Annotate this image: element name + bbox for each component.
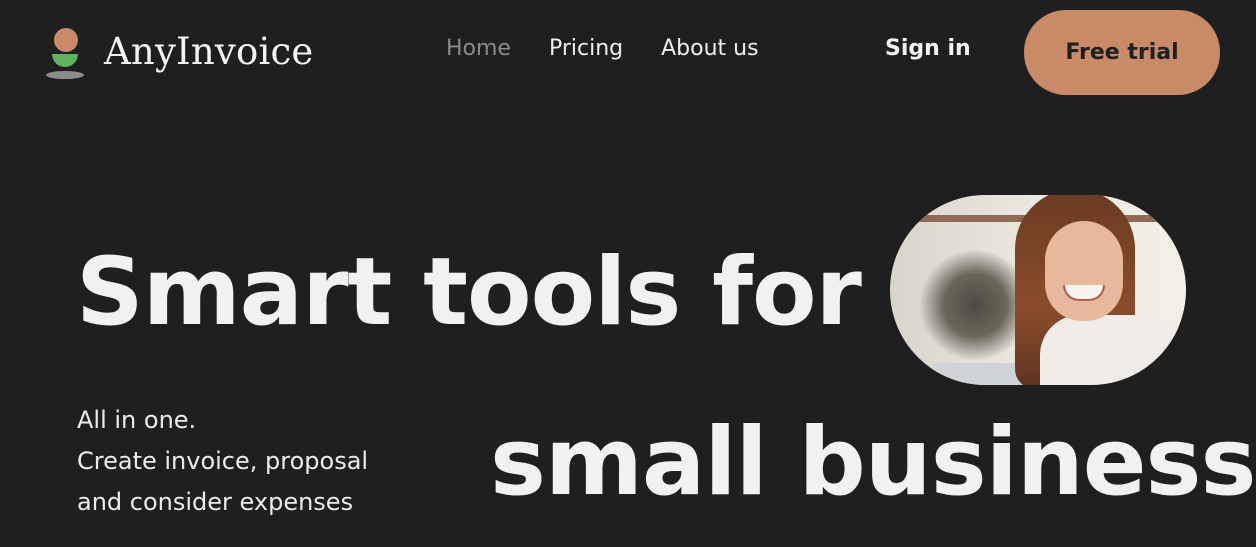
- nav-home[interactable]: Home: [446, 36, 511, 61]
- nav-about-us[interactable]: About us: [661, 36, 758, 61]
- hero-headline-line2: small business: [490, 408, 1256, 517]
- logo-icon: [46, 28, 84, 82]
- brand-logo[interactable]: AnyInvoice: [46, 28, 314, 82]
- tagline-line: and consider expenses: [77, 488, 354, 516]
- tagline-line: All in one.: [77, 406, 197, 434]
- brand-name: AnyInvoice: [104, 29, 314, 73]
- free-trial-button[interactable]: Free trial: [1024, 10, 1220, 95]
- hero-photo: [890, 195, 1186, 385]
- hero-headline-line1: Smart tools for: [76, 238, 862, 347]
- main-nav: Home Pricing About us: [446, 36, 759, 61]
- hero-tagline: All in one. Create invoice, proposal and…: [77, 400, 368, 523]
- tagline-line: Create invoice, proposal: [77, 447, 369, 475]
- nav-pricing[interactable]: Pricing: [549, 36, 623, 61]
- sign-in-link[interactable]: Sign in: [885, 36, 971, 61]
